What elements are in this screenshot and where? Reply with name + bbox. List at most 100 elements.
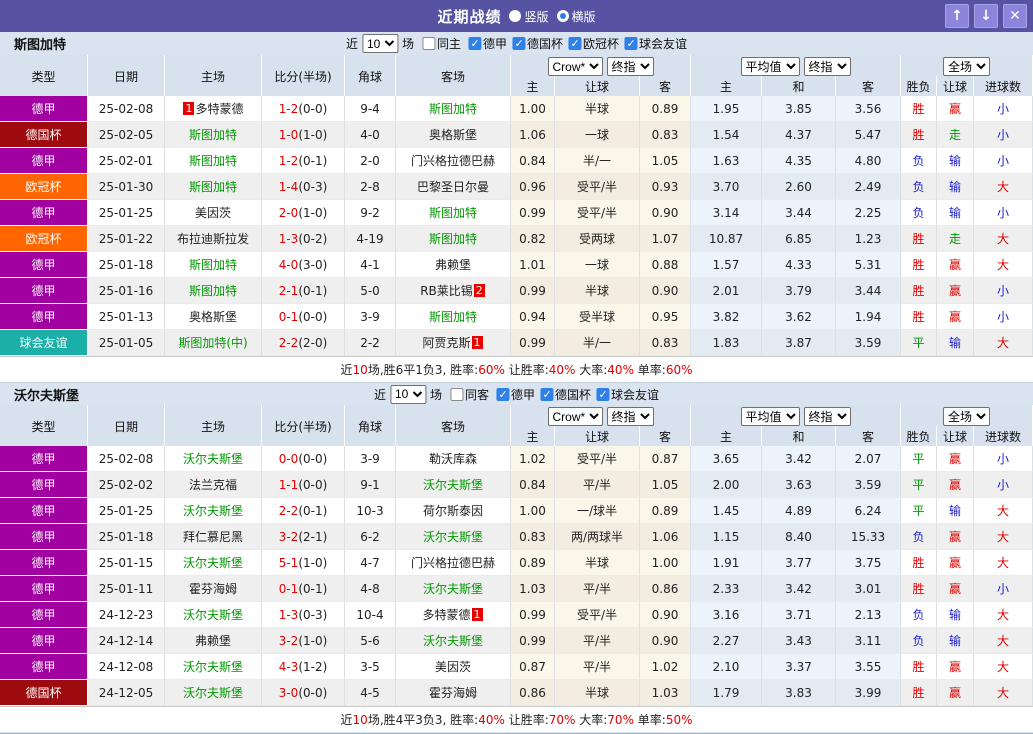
score-cell: 1-1(0-0) <box>262 472 345 498</box>
handicap-cell: 半球 <box>555 550 640 576</box>
odds-source-select[interactable]: Crow* <box>547 407 603 426</box>
match-row: 德甲 25-01-13 奥格斯堡 0-1(0-0) 3-9 斯图加特 0.94 受半球 0.95… <box>0 304 1033 330</box>
scope-select[interactable]: 全场 <box>943 407 991 426</box>
col-score: 比分(半场) <box>262 55 345 96</box>
col-score: 比分(半场) <box>262 405 345 446</box>
score-fulltime: 3-0 <box>278 685 299 700</box>
avg-away-cell: 2.07 <box>836 446 902 472</box>
handicap-cell: 受平/半 <box>555 446 640 472</box>
checkbox-checked-icon[interactable] <box>467 37 481 50</box>
radio-checked-icon[interactable] <box>556 10 569 22</box>
home-team-cell: 斯图加特 <box>165 122 262 148</box>
match-row: 德甲 25-01-16 斯图加特 2-1(0-1) 5-0 RB莱比锡 2 0.99 半球 0.9… <box>0 278 1033 304</box>
radio-unchecked-icon[interactable] <box>509 10 522 22</box>
results-body: 德甲 25-02-08 1 多特蒙德 1-2(0-0) 9-4 斯图加特 1.00 半球 0.89… <box>0 96 1033 356</box>
summary-segment: 60% <box>478 363 505 377</box>
same-venue-filter[interactable]: 同主 <box>421 35 461 52</box>
layout-horizontal-radio[interactable]: 横版 <box>556 8 596 25</box>
score-cell: 3-2(2-1) <box>262 524 345 550</box>
score-fulltime: 5-1 <box>278 555 299 570</box>
same-venue-label: 同客 <box>464 387 489 402</box>
goals-result-cell: 大 <box>974 524 1033 550</box>
league-filter[interactable]: 德国杯 <box>540 386 591 403</box>
avg-time-select[interactable]: 终指 <box>803 57 851 76</box>
avg-draw-cell: 3.37 <box>762 654 836 680</box>
same-venue-filter[interactable]: 同客 <box>449 386 489 403</box>
avg-draw-cell: 6.85 <box>762 226 836 252</box>
checkbox-checked-icon[interactable] <box>496 387 509 401</box>
result-cell: 负 <box>901 602 938 628</box>
odds-source-select[interactable]: Crow* <box>547 57 603 76</box>
away-team-cell: 荷尔斯泰因 <box>396 498 511 524</box>
odds-home-cell: 1.00 <box>511 498 555 524</box>
checkbox-checked-icon[interactable] <box>596 387 610 401</box>
summary-segment: 让胜率: <box>504 713 549 727</box>
away-team-cell: 斯图加特 <box>396 200 511 226</box>
team-label: 法兰克福 <box>188 478 237 492</box>
close-button[interactable]: ✕ <box>1003 4 1027 28</box>
odds-away-cell: 0.89 <box>640 498 691 524</box>
scope-select[interactable]: 全场 <box>943 57 991 76</box>
layout-vertical-radio[interactable]: 竖版 <box>509 8 549 25</box>
col-odds-away: 客 <box>640 76 691 96</box>
score-fulltime: 3-2 <box>278 529 299 544</box>
handicap-result-cell: 赢 <box>937 576 975 602</box>
move-up-button[interactable]: ↑ <box>945 4 969 28</box>
col-handicap: 让球 <box>555 426 640 446</box>
home-team-cell: 斯图加特 <box>165 278 262 304</box>
result-cell: 胜 <box>901 550 938 576</box>
move-down-button[interactable]: ↓ <box>974 4 998 28</box>
score-halftime: (0-2) <box>298 231 328 246</box>
checkbox-checked-icon[interactable] <box>568 37 582 50</box>
league-checkboxes: 德甲 德国杯 球会友谊 <box>491 386 659 403</box>
league-filter[interactable]: 欧冠杯 <box>568 35 619 52</box>
league-filter[interactable]: 德甲 <box>496 386 535 403</box>
odds-time-select[interactable]: 终指 <box>606 407 654 426</box>
title-bar: 近期战绩 竖版 横版 ↑ ↓ ✕ <box>0 0 1033 32</box>
score-fulltime: 1-4 <box>278 179 299 194</box>
avg-source-select[interactable]: 平均值 <box>740 57 800 76</box>
avg-away-cell: 1.23 <box>836 226 902 252</box>
col-avg-away: 客 <box>836 76 902 96</box>
league-filter[interactable]: 球会友谊 <box>596 386 659 403</box>
avg-source-select[interactable]: 平均值 <box>740 407 800 426</box>
odds-time-select[interactable]: 终指 <box>606 57 654 76</box>
checkbox-unchecked-icon[interactable] <box>421 37 435 50</box>
checkbox-unchecked-icon[interactable] <box>449 387 463 401</box>
avg-draw-cell: 3.43 <box>762 628 836 654</box>
date-cell: 25-01-30 <box>88 174 165 200</box>
match-count-select[interactable]: 10 <box>361 34 398 53</box>
avg-away-cell: 3.75 <box>836 550 902 576</box>
goals-result-cell: 大 <box>974 174 1033 200</box>
home-team-cell: 法兰克福 <box>165 472 262 498</box>
odds-away-cell: 0.83 <box>640 330 691 356</box>
league-filter[interactable]: 德国杯 <box>512 35 563 52</box>
col-goals: 进球数 <box>974 426 1033 446</box>
avg-away-cell: 3.56 <box>836 96 902 122</box>
checkbox-checked-icon[interactable] <box>540 387 554 401</box>
league-checkboxes: 德甲 德国杯 欧冠杯 球会友谊 <box>463 35 687 52</box>
match-count-select[interactable]: 10 <box>389 384 426 404</box>
score-halftime: (0-0) <box>298 477 328 492</box>
summary-text: 近10场,胜6平1负3, 胜率:60% 让胜率:40% 大率:40% 单率:60… <box>0 356 1033 382</box>
date-cell: 25-02-02 <box>88 472 165 498</box>
avg-home-cell: 3.70 <box>691 174 762 200</box>
summary-segment: 40% <box>548 363 576 377</box>
league-filter[interactable]: 球会友谊 <box>624 35 687 52</box>
odds-away-cell: 1.03 <box>640 680 691 706</box>
summary-segment: 10 <box>352 713 368 727</box>
match-row: 德甲 25-01-18 斯图加特 4-0(3-0) 4-1 弗赖堡 1.01 一球 0.88 1.… <box>0 252 1033 278</box>
team-section: 沃尔夫斯堡 近 10 场 同客 德甲德国杯球会友谊 类型 <box>0 382 1033 732</box>
odds-away-cell: 1.02 <box>640 654 691 680</box>
type-cell: 德甲 <box>0 252 88 278</box>
goals-result-cell: 小 <box>974 200 1033 226</box>
team-label: 沃尔夫斯堡 <box>182 452 243 466</box>
corners-cell: 2-8 <box>345 174 396 200</box>
type-cell: 德甲 <box>0 96 88 122</box>
corners-cell: 2-0 <box>345 148 396 174</box>
checkbox-checked-icon[interactable] <box>512 37 526 50</box>
league-filter[interactable]: 德甲 <box>467 35 507 52</box>
checkbox-checked-icon[interactable] <box>624 37 638 50</box>
home-team-cell: 奥格斯堡 <box>165 304 262 330</box>
avg-time-select[interactable]: 终指 <box>803 407 851 426</box>
